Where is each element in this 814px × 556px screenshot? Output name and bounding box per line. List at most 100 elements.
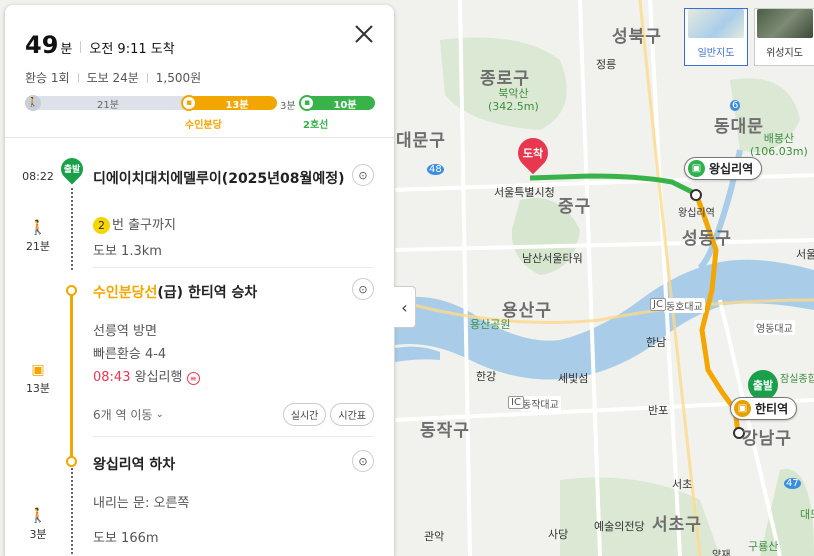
- timetable-button[interactable]: 시간표: [330, 403, 374, 426]
- divider: [93, 267, 374, 268]
- walk2-time-text: 3분: [29, 528, 47, 541]
- map-label-sadang: 사당: [548, 528, 569, 541]
- bukaksan-name: 북악산: [498, 87, 529, 100]
- start-place-name: 디에이치대치에델루이(2025년08월예정): [93, 171, 345, 187]
- map-label-baebongsan: 배봉산 (106.03m): [750, 132, 808, 158]
- route-summary: 49 분 오전 9:11 도착 환승 1회 도보 24분 1,500원 21분 …: [5, 5, 394, 138]
- step-start[interactable]: 디에이치대치에델루이(2025년08월예정) ⊙: [93, 164, 374, 188]
- location-button[interactable]: ⊙: [352, 164, 374, 186]
- subway-icon: ▣: [734, 400, 751, 417]
- duration-unit: 분: [60, 42, 73, 57]
- tab-normal-map[interactable]: 일반지도: [684, 8, 748, 66]
- start-time-text: 08:22: [22, 170, 54, 183]
- route-detail-panel: 49 분 오전 9:11 도착 환승 1회 도보 24분 1,500원 21분 …: [5, 5, 394, 556]
- subway-icon: ▪: [181, 95, 197, 111]
- location-button[interactable]: ⊙: [352, 450, 374, 472]
- station-pill-wangsimni[interactable]: ▣ 왕십리역: [684, 157, 763, 180]
- bar-label-line2: 2호선: [303, 120, 329, 131]
- map-jc-marker: JC: [650, 298, 666, 311]
- stops-toggle[interactable]: 6개 역 이동: [93, 406, 152, 423]
- duration-arrival: 49 분 오전 9:11 도착: [25, 31, 374, 59]
- stops-row: 6개 역 이동 ⌄ 실시간 시간표: [93, 403, 374, 426]
- station-name-hanti: 한티역: [755, 402, 789, 416]
- station-pill-hanti[interactable]: ▣ 한티역: [730, 397, 798, 420]
- map-label-hannam: 한남: [646, 336, 667, 349]
- alight-title: 왕십리역 하차: [93, 457, 176, 473]
- tab-satellite-map-label: 위성지도: [766, 48, 803, 59]
- alight-node: [66, 456, 77, 467]
- bar-segment-suin-bundang: 13분: [185, 96, 277, 111]
- bar-label-suin-bundang: 수인분당: [185, 120, 222, 131]
- realtime-icon: ≡: [186, 372, 200, 385]
- map-label-dongjak: 동작구: [420, 421, 470, 441]
- divider: [80, 41, 82, 53]
- walk1-exit: 2번 출구까지: [93, 214, 374, 234]
- map-label-namsan: 남산서울타워: [522, 252, 583, 265]
- chevron-down-icon: ⌄: [155, 409, 164, 420]
- map-label-bukaksan: 북악산 (342.5m): [488, 87, 539, 113]
- tab-satellite-map[interactable]: 위성지도: [754, 8, 814, 66]
- walk1-exit-text: 번 출구까지: [112, 218, 176, 233]
- map-label-dongjak-bridge: 동작대교: [520, 396, 561, 411]
- transfer-count: 환승 1회: [25, 71, 70, 85]
- map-label-banpo: 반포: [648, 404, 669, 417]
- alight-door: 내리는 문: 오른쪽: [93, 496, 190, 511]
- station-name-wangsimni: 왕십리역: [709, 162, 754, 176]
- board-node: [66, 285, 77, 296]
- close-button[interactable]: [354, 23, 374, 49]
- step-board[interactable]: 수인분당선(급) 한티역 승차 ⊙ 선릉역 방면 빠른환승 4-4 08:43 …: [93, 278, 374, 426]
- map-label-gwanak: 관악: [424, 530, 445, 543]
- fare: 1,500원: [155, 71, 202, 85]
- divider: [77, 72, 79, 83]
- walk2-duration: 🚶 3분: [5, 508, 71, 542]
- chevron-left-icon: ‹: [401, 297, 408, 317]
- exit-number-badge: 2: [93, 217, 110, 234]
- walk1-time-text: 21분: [25, 240, 51, 253]
- bar-segment-walk1: 21분: [25, 96, 191, 111]
- board-direction: 선릉역 방면: [93, 324, 157, 339]
- walk-path-line-2: [71, 468, 73, 556]
- ride-time-text: 13분: [25, 382, 51, 395]
- realtime-button[interactable]: 실시간: [282, 403, 327, 426]
- arrival-time: 오전 9:11 도착: [89, 42, 175, 57]
- map-label-wangsimni-small: 왕십리역: [678, 208, 715, 219]
- map-label-arts-center: 예술의전당: [594, 520, 645, 533]
- route-progress-bar: 21분 🚶 13분 ▪ 3분 10분 ▪: [25, 95, 375, 112]
- walk1-distance: 도보 1.3km: [93, 244, 162, 259]
- next-train-time: 08:43: [93, 370, 131, 385]
- divider: [146, 72, 148, 83]
- walk-time: 도보 24분: [86, 71, 139, 85]
- bar-walk1-time: 21분: [97, 99, 119, 111]
- bar-walk2-time: 3분: [280, 101, 296, 112]
- ride-duration: ▣ 13분: [5, 362, 71, 396]
- walk-path-line: [71, 188, 73, 270]
- board-fast-transfer: 빠른환승 4-4: [93, 347, 167, 362]
- arrive-pin[interactable]: 도착: [511, 131, 555, 175]
- route-steps: 08:22 출발 디에이치대치에델루이(2025년08월예정) ⊙ 🚶 21분 …: [5, 138, 394, 556]
- walk-icon: 🚶: [29, 508, 47, 524]
- baebongsan-height: (106.03m): [750, 145, 808, 158]
- collapse-panel-button[interactable]: ‹: [394, 286, 416, 328]
- map-label-hangang: 한강: [476, 370, 497, 383]
- board-title: 수인분당선(급) 한티역 승차: [93, 282, 374, 302]
- walk1-duration: 🚶 21분: [5, 220, 71, 254]
- map-label-seongbuk: 성북구: [612, 27, 662, 47]
- map-type-tabs: 일반지도 위성지도: [678, 8, 814, 66]
- location-pin-icon: ⊙: [358, 282, 368, 296]
- next-train: 08:43 왕십리행 ≡: [93, 366, 374, 385]
- location-button[interactable]: ⊙: [352, 278, 374, 300]
- walk-icon: 🚶: [29, 220, 47, 236]
- location-pin-icon: ⊙: [358, 454, 368, 468]
- next-train-dest: 왕십리행: [134, 370, 183, 385]
- step-alight[interactable]: 왕십리역 하차 ⊙ 내리는 문: 오른쪽 도보 166m: [93, 450, 374, 546]
- map-label-gu-ryong: 구룡산: [748, 540, 779, 553]
- satellite-map-thumb: [756, 9, 813, 38]
- map-road-48: 48: [427, 164, 444, 175]
- location-pin-icon: ⊙: [358, 168, 368, 182]
- map-label-cityhall: 서울특별시청: [494, 186, 555, 199]
- close-icon: [355, 25, 373, 43]
- map-label-dongho-bridge: 동호대교: [664, 298, 705, 313]
- map-road-47: 47: [784, 478, 801, 489]
- map-label-yongsan-park: 용산공원: [470, 318, 511, 331]
- map-label-jung: 중구: [558, 197, 592, 217]
